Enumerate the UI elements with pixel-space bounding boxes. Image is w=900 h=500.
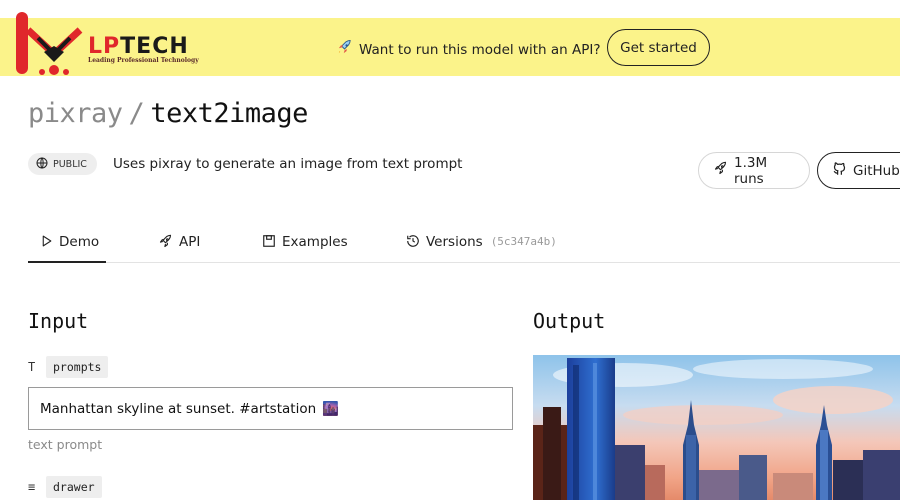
logo-tagline: Leading Professional Technology — [88, 57, 199, 64]
text-type-icon: T — [28, 360, 36, 374]
globe-icon — [36, 156, 48, 172]
github-icon — [832, 161, 847, 180]
rocket-icon — [158, 234, 173, 253]
visibility-label: PUBLIC — [53, 158, 87, 170]
logo-wordmark-tech: TECH — [120, 34, 189, 59]
lptech-logo: LPTECH Leading Professional Technology — [14, 12, 214, 78]
logo-wordmark: LPTECH — [88, 34, 189, 59]
visibility-badge: PUBLIC — [28, 153, 97, 175]
prompts-input-emoji: 🌆 — [322, 400, 339, 417]
history-icon — [406, 234, 420, 252]
banner-message-text: Want to run this model with an API? — [359, 41, 601, 58]
list-type-icon: ≡ — [28, 480, 36, 494]
tab-examples[interactable]: Examples — [262, 226, 348, 263]
tab-api-label: API — [179, 234, 201, 250]
runs-count-label: 1.3M runs — [734, 154, 768, 187]
title-separator: / — [128, 98, 145, 129]
model-tabs: Demo API Examples Versions (5c347a4b) — [28, 226, 900, 263]
tab-versions[interactable]: Versions (5c347a4b) — [406, 226, 557, 263]
output-heading: Output — [533, 309, 606, 333]
tab-api[interactable]: API — [158, 226, 200, 263]
model-description: Uses pixray to generate an image from te… — [113, 156, 463, 172]
github-button[interactable]: GitHub — [817, 152, 900, 189]
logo-wordmark-lp: LP — [88, 34, 121, 59]
prompts-hint: text prompt — [28, 437, 103, 452]
prompts-input-value: Manhattan skyline at sunset. #artstation — [40, 400, 317, 417]
banner-message: Want to run this model with an API? — [336, 39, 601, 60]
tab-examples-label: Examples — [282, 234, 348, 250]
drawer-field-label: ≡ drawer — [28, 476, 102, 498]
play-icon — [40, 234, 53, 252]
page-title: pixray / text2image — [28, 98, 308, 129]
version-hash: (5c347a4b) — [490, 235, 557, 248]
model-owner-link[interactable]: pixray — [28, 98, 123, 129]
tab-demo-label: Demo — [59, 234, 100, 250]
runs-count-button[interactable]: 1.3M runs — [698, 152, 810, 189]
rocket-icon — [713, 161, 728, 180]
tab-demo[interactable]: Demo — [28, 226, 106, 263]
tab-versions-label: Versions — [426, 234, 483, 250]
get-started-button[interactable]: Get started — [607, 29, 710, 66]
rocket-icon — [336, 39, 353, 60]
prompts-field-label: T prompts — [28, 356, 109, 378]
prompts-field-name: prompts — [46, 356, 109, 378]
prompts-input[interactable]: Manhattan skyline at sunset. #artstation… — [28, 387, 513, 430]
image-icon — [262, 234, 276, 252]
input-heading: Input — [28, 309, 89, 333]
lptech-logo-mark — [16, 12, 83, 75]
model-name: text2image — [150, 98, 308, 129]
github-label: GitHub — [853, 162, 900, 179]
output-image — [533, 355, 900, 500]
drawer-field-name: drawer — [46, 476, 102, 498]
